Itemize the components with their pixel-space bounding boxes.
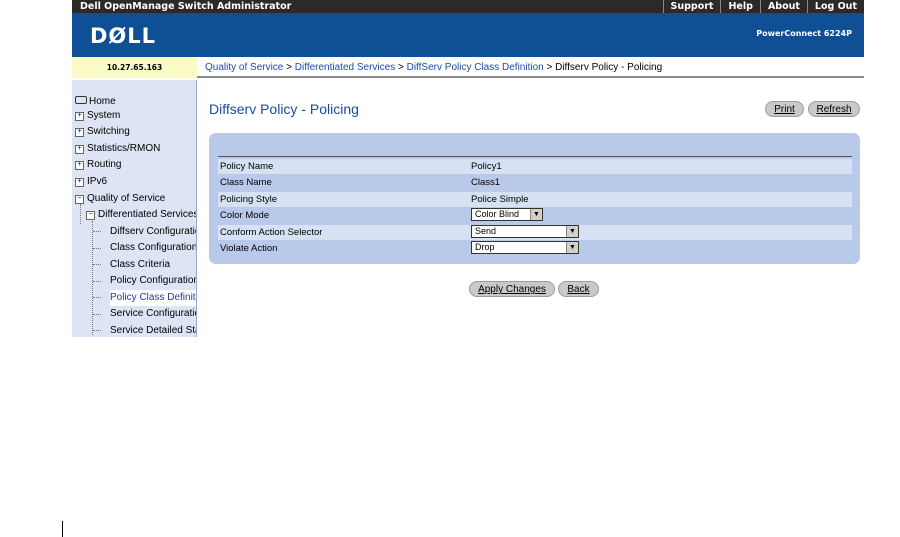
class-name-row: Class Name Class1 (218, 175, 852, 190)
tree-line (93, 297, 101, 298)
top-links: Support Help About Log Out (662, 0, 864, 13)
dropdown-arrow-icon[interactable]: ▼ (566, 226, 578, 237)
nav-qos[interactable]: − Quality of Service (75, 191, 165, 207)
nav-system-label: System (87, 110, 121, 121)
breadcrumb-diffserv[interactable]: Differentiated Services (295, 62, 395, 73)
violate-action-label: Violate Action (220, 243, 278, 254)
nav-switching[interactable]: + Switching (75, 124, 130, 140)
breadcrumb-qos[interactable]: Quality of Service (205, 62, 283, 73)
support-link[interactable]: Support (662, 0, 721, 13)
nav-class-criteria[interactable]: Class Criteria (110, 257, 170, 273)
breadcrumb-policy-class-def[interactable]: DiffServ Policy Class Definition (407, 62, 544, 73)
expand-icon[interactable]: + (75, 161, 84, 170)
tree-line (93, 231, 101, 232)
nav-policy-class-def[interactable]: Policy Class Definit (110, 290, 196, 306)
policing-panel: Policy Name Policy1 Class Name Class1 Po… (209, 133, 860, 264)
tree-line (93, 281, 101, 282)
back-button[interactable]: Back (558, 281, 599, 297)
breadcrumb-current: Diffserv Policy - Policing (555, 62, 663, 73)
breadcrumb: Quality of Service > Differentiated Serv… (197, 57, 864, 78)
nav-diffserv-config[interactable]: Diffserv Configuratio (110, 224, 196, 240)
nav-system[interactable]: + System (75, 108, 120, 124)
nav-service-config[interactable]: Service Configuratio (110, 306, 196, 322)
expand-icon[interactable]: + (75, 112, 84, 121)
nav-ipv6-label: IPv6 (87, 176, 108, 187)
home-icon (75, 96, 87, 104)
tree-line (93, 314, 101, 315)
expand-icon[interactable]: + (75, 128, 84, 137)
collapse-icon[interactable]: − (86, 211, 95, 220)
banner: DØLL PowerConnect 6224P (72, 13, 864, 57)
page-title: Diffserv Policy - Policing (209, 101, 359, 117)
breadcrumb-separator: > (283, 62, 295, 73)
class-name-label: Class Name (220, 177, 272, 188)
color-mode-row: Color Mode Color Blind ▼ (218, 208, 852, 223)
collapse-icon[interactable]: − (75, 195, 84, 204)
nav-diffserv-label: Differentiated Services (98, 209, 197, 220)
conform-action-select[interactable]: Send ▼ (471, 225, 579, 238)
nav-home-label: Home (89, 96, 116, 107)
refresh-button[interactable]: Refresh (808, 101, 860, 117)
nav-qos-label: Quality of Service (87, 193, 166, 204)
class-name-value: Class1 (471, 177, 501, 188)
help-link[interactable]: Help (720, 0, 759, 13)
policy-name-value: Policy1 (471, 161, 502, 172)
nav-switching-label: Switching (87, 126, 130, 137)
nav-diffserv[interactable]: − Differentiated Services (86, 207, 197, 223)
policing-style-label: Policing Style (220, 194, 278, 205)
nav-policy-config[interactable]: Policy Configuration (110, 273, 196, 289)
dropdown-arrow-icon[interactable]: ▼ (530, 209, 542, 220)
tree-line (93, 330, 101, 331)
page-margin-marker (62, 521, 63, 537)
dropdown-arrow-icon[interactable]: ▼ (566, 242, 578, 253)
nav-class-config[interactable]: Class Configuration (110, 240, 196, 256)
nav-tree: Home + System + Switching + Statistics/RMON… (72, 80, 197, 337)
nav-routing[interactable]: + Routing (75, 157, 121, 173)
top-bar: Dell OpenManage Switch Administrator Sup… (72, 0, 864, 13)
conform-action-value: Send (475, 226, 497, 236)
policy-name-label: Policy Name (220, 161, 274, 172)
color-mode-label: Color Mode (220, 210, 270, 221)
about-link[interactable]: About (759, 0, 807, 13)
expand-icon[interactable]: + (75, 145, 84, 154)
ip-address: 10.27.65.163 (72, 57, 197, 78)
tree-line (93, 264, 101, 265)
logout-link[interactable]: Log Out (806, 0, 864, 13)
nav-ipv6[interactable]: + IPv6 (75, 174, 107, 190)
nav-statistics-label: Statistics/RMON (87, 143, 161, 154)
nav-service-detailed[interactable]: Service Detailed Sta (110, 323, 196, 337)
tree-line (93, 248, 101, 249)
app-title: Dell OpenManage Switch Administrator (80, 1, 292, 12)
policy-name-row: Policy Name Policy1 (218, 159, 852, 174)
switch-admin-window: Dell OpenManage Switch Administrator Sup… (72, 0, 864, 337)
switch-model: PowerConnect 6224P (756, 29, 852, 38)
dell-logo: DØLL (90, 24, 157, 48)
violate-action-row: Violate Action Drop ▼ (218, 241, 852, 256)
breadcrumb-separator: > (395, 62, 407, 73)
tree-line (92, 221, 93, 335)
nav-routing-label: Routing (87, 159, 122, 170)
color-mode-select[interactable]: Color Blind ▼ (471, 208, 543, 221)
apply-changes-button[interactable]: Apply Changes (469, 281, 555, 297)
expand-icon[interactable]: + (75, 178, 84, 187)
violate-action-value: Drop (475, 242, 495, 252)
tree-line (80, 204, 81, 224)
nav-statistics[interactable]: + Statistics/RMON (75, 141, 160, 157)
print-button[interactable]: Print (765, 101, 804, 117)
divider (218, 156, 852, 157)
policing-style-value: Police Simple (471, 194, 529, 205)
violate-action-select[interactable]: Drop ▼ (471, 241, 579, 254)
conform-action-row: Conform Action Selector Send ▼ (218, 225, 852, 240)
color-mode-value: Color Blind (475, 209, 520, 219)
breadcrumb-separator: > (543, 62, 556, 73)
conform-action-label: Conform Action Selector (220, 227, 323, 238)
main-content: Diffserv Policy - Policing Print Refresh… (198, 80, 864, 337)
policing-style-row: Policing Style Police Simple (218, 192, 852, 207)
